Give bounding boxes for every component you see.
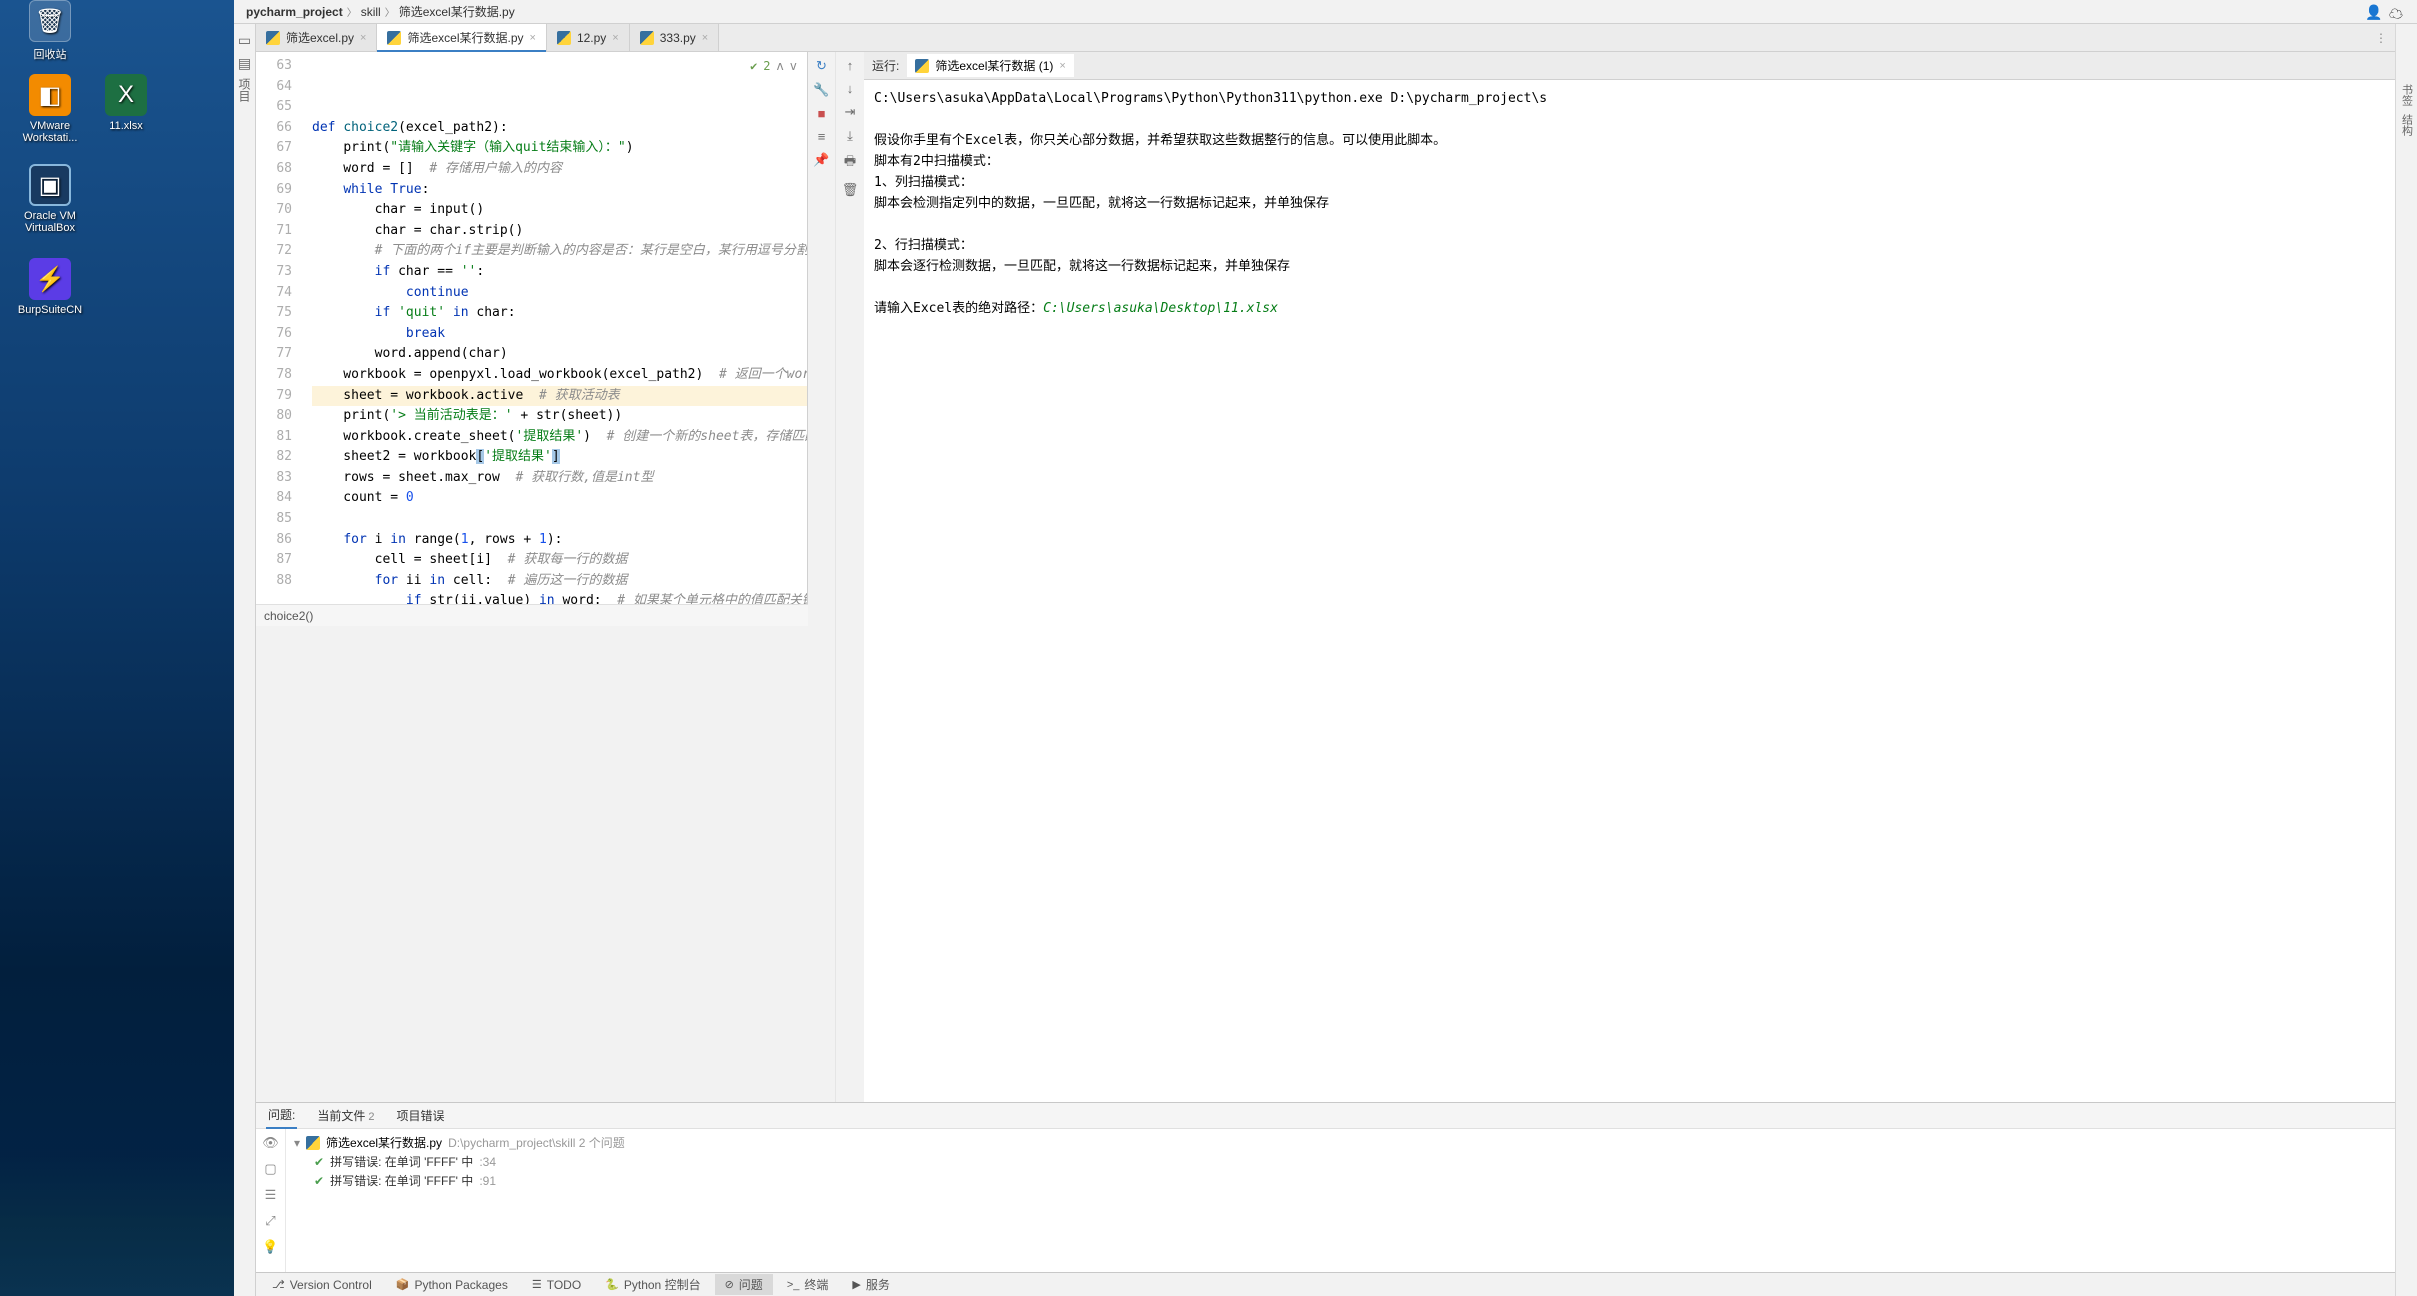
close-run-tab-icon[interactable]: × [1059, 60, 1065, 72]
problems-panel: 问题: 当前文件2 项目错误 👁 ▢ ☰ ⤢ 💡 ▾筛选excel某行数据.py D… [256, 1102, 2395, 1272]
run-config-tab[interactable]: 筛选excel某行数据 (1) × [907, 54, 1073, 77]
code-editor[interactable]: 63 64 65 66 67 68 69 70 71 72 73 74 75 7… [256, 52, 808, 604]
sync-icon[interactable]: ☁ 筛 [2389, 4, 2409, 20]
breadcrumb-root[interactable]: pycharm_project [242, 5, 347, 19]
side-tab[interactable]: 书签 [2399, 84, 2415, 106]
next-highlight-icon[interactable]: v [790, 56, 797, 77]
problem-item[interactable]: ✔拼写错误: 在单词 'FFFF' 中 :34 [286, 1152, 2395, 1171]
trash-icon[interactable]: 🗑 [842, 182, 859, 198]
layout-icon[interactable]: ≡ [818, 129, 826, 144]
virtualbox-icon[interactable]: ▣Oracle VM VirtualBox [12, 164, 88, 234]
run-toolbar-left: ↻ 🔧 ■ ≡ 📌 [808, 52, 836, 1102]
bulb-icon[interactable]: 💡 [262, 1239, 278, 1255]
status-button[interactable]: ⊘问题 [715, 1274, 773, 1295]
problems-tabs: 问题: 当前文件2 项目错误 [256, 1103, 2395, 1129]
editor-tab[interactable]: 12.py× [547, 24, 630, 51]
rerun-icon[interactable]: ↻ [816, 58, 827, 74]
close-tab-icon[interactable]: × [702, 32, 708, 44]
recycle-bin-icon[interactable]: 🗑回收站 [12, 0, 88, 62]
wrench-icon[interactable]: 🔧 [813, 82, 829, 98]
python-file-icon [306, 1136, 320, 1150]
close-tab-icon[interactable]: × [612, 32, 618, 44]
user-icon[interactable]: 👤▾ [2365, 4, 2381, 20]
close-tab-icon[interactable]: × [530, 32, 536, 44]
close-tab-icon[interactable]: × [360, 32, 366, 44]
python-file-icon [640, 31, 654, 45]
problems-list: ▾筛选excel某行数据.py D:\pycharm_project\skill… [286, 1129, 2395, 1272]
square-icon[interactable]: ▢ [264, 1161, 276, 1177]
editor-tab[interactable]: 筛选excel.py× [256, 24, 377, 51]
problem-file-row[interactable]: ▾筛选excel某行数据.py D:\pycharm_project\skill… [286, 1133, 2395, 1152]
status-button[interactable]: 📦Python Packages [386, 1276, 518, 1294]
run-header: 运行: 筛选excel某行数据 (1) × [864, 52, 2395, 80]
scroll-end-icon[interactable]: ⤓ [847, 128, 853, 144]
status-button[interactable]: 🐍Python 控制台 [595, 1274, 710, 1295]
down-icon[interactable]: ↓ [847, 81, 854, 96]
run-title: 运行: [872, 57, 899, 74]
filter-icon[interactable]: ☰ [265, 1187, 277, 1203]
left-tool-strip: ▭ ▤ 项目 [234, 24, 256, 1296]
burpsuite-icon[interactable]: ⚡BurpSuiteCN [12, 258, 88, 316]
soft-wrap-icon[interactable]: ⇥ [845, 104, 856, 120]
tabs-more-icon[interactable]: ⋮ [2367, 24, 2395, 51]
status-button[interactable]: ☰TODO [522, 1276, 591, 1294]
folder-icon[interactable]: ▤ [238, 55, 251, 72]
line-numbers: 63 64 65 66 67 68 69 70 71 72 73 74 75 7… [256, 52, 298, 604]
problems-toolbar: 👁 ▢ ☰ ⤢ 💡 [256, 1129, 286, 1272]
inspection-hints: ✔2 ʌ v [750, 56, 797, 77]
editor-tabs: 筛选excel.py×筛选excel某行数据.py×12.py×333.py× ⋮ [256, 24, 2395, 52]
problems-tab[interactable]: 问题: [266, 1102, 297, 1129]
stop-icon[interactable]: ■ [818, 106, 826, 121]
vmware-icon[interactable]: ◧VMware Workstati... [12, 74, 88, 144]
navigation-bar: pycharm_project 〉 skill 〉 筛选excel某行数据.py… [234, 0, 2417, 24]
up-icon[interactable]: ↑ [847, 58, 854, 73]
run-console[interactable]: C:\Users\asuka\AppData\Local\Programs\Py… [864, 80, 2395, 1102]
right-tool-strip: 书签结构 [2395, 24, 2417, 1296]
editor-breadcrumb[interactable]: choice2() [256, 604, 808, 626]
status-button[interactable]: ⎇Version Control [262, 1276, 382, 1294]
project-tool-label[interactable]: 项目 [236, 78, 253, 102]
problems-tab[interactable]: 项目错误 [394, 1103, 446, 1128]
print-icon[interactable]: 🖶 [844, 152, 856, 174]
status-button[interactable]: ▶服务 [842, 1274, 899, 1295]
editor-tab[interactable]: 333.py× [630, 24, 719, 51]
breadcrumb-file[interactable]: 筛选excel某行数据.py [395, 3, 519, 20]
prev-highlight-icon[interactable]: ʌ [777, 56, 784, 77]
pin-icon[interactable]: 📌 [813, 152, 829, 168]
problems-tab[interactable]: 当前文件2 [315, 1103, 376, 1128]
pycharm-window: pycharm_project 〉 skill 〉 筛选excel某行数据.py… [234, 0, 2417, 1296]
xlsx-file-icon[interactable]: X11.xlsx [88, 74, 164, 132]
status-bar: ⎇Version Control📦Python Packages☰TODO🐍Py… [256, 1272, 2395, 1296]
expand-icon[interactable]: ⤢ [265, 1213, 275, 1229]
python-file-icon [266, 31, 280, 45]
python-file-icon [557, 31, 571, 45]
status-button[interactable]: >_终端 [777, 1274, 839, 1295]
run-toolbar-right: ↑ ↓ ⇥ ⤓ 🖶 🗑 [836, 52, 864, 1102]
side-tab[interactable]: 结构 [2399, 114, 2415, 136]
fold-gutter [298, 52, 312, 604]
desktop-background: 🗑回收站 ◧VMware Workstati... X11.xlsx ▣Orac… [0, 0, 234, 1296]
project-tool-icon[interactable]: ▭ [238, 32, 251, 49]
python-file-icon [387, 31, 401, 45]
eye-icon[interactable]: 👁 [262, 1135, 279, 1151]
problem-item[interactable]: ✔拼写错误: 在单词 'FFFF' 中 :91 [286, 1171, 2395, 1190]
breadcrumb-folder[interactable]: skill [357, 5, 385, 19]
editor-tab[interactable]: 筛选excel某行数据.py× [377, 24, 546, 51]
